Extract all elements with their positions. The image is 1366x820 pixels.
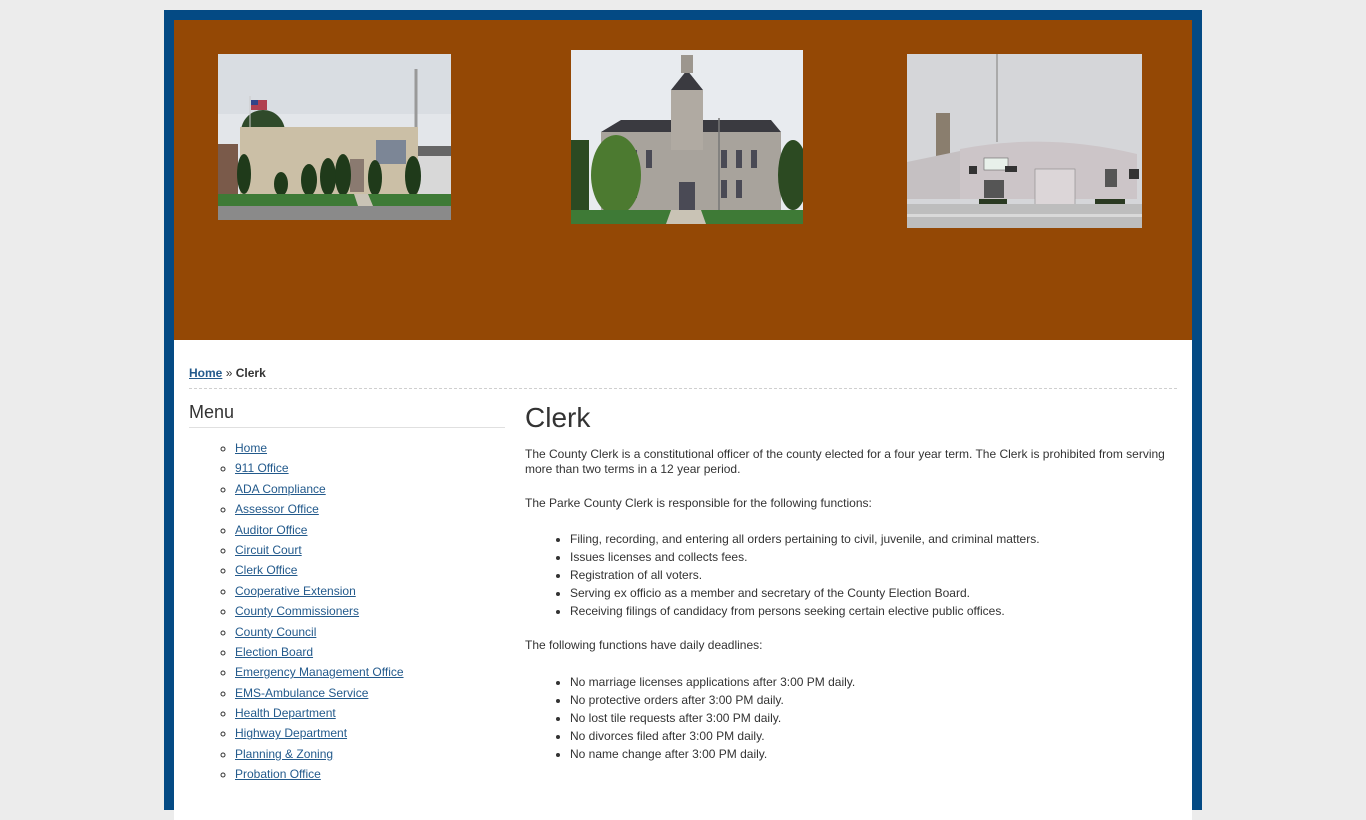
list-item: No lost tile requests after 3:00 PM dail… [570, 709, 1175, 727]
sidebar-item: Election Board [235, 644, 505, 664]
sidebar-item: Assessor Office [235, 501, 505, 521]
list-item: Filing, recording, and entering all orde… [570, 530, 1175, 548]
breadcrumb-divider [189, 388, 1177, 389]
sidebar-item-county-commissioners[interactable]: County Commissioners [235, 604, 359, 618]
content-area: Home » Clerk Menu Home 911 Office ADA Co… [174, 340, 1192, 820]
sidebar-item: Circuit Court [235, 542, 505, 562]
sidebar-item-highway-department[interactable]: Highway Department [235, 726, 347, 740]
sidebar-item-emergency-management-office[interactable]: Emergency Management Office [235, 665, 404, 679]
sidebar-menu-list: Home 911 Office ADA Compliance Assessor … [189, 440, 505, 787]
sidebar-item: Planning & Zoning [235, 746, 505, 766]
sidebar-item: Home [235, 440, 505, 460]
sidebar-item-health-department[interactable]: Health Department [235, 706, 336, 720]
sidebar-item-ems-ambulance-service[interactable]: EMS-Ambulance Service [235, 686, 368, 700]
sidebar-item: Health Department [235, 705, 505, 725]
main-content: Clerk The County Clerk is a constitution… [525, 402, 1175, 763]
sidebar-item: County Commissioners [235, 603, 505, 623]
sidebar-item: Clerk Office [235, 562, 505, 582]
sidebar-item-home[interactable]: Home [235, 441, 267, 455]
intro-paragraph: The County Clerk is a constitutional off… [525, 447, 1165, 476]
breadcrumb-home-link[interactable]: Home [189, 366, 222, 380]
list-item: No marriage licenses applications after … [570, 673, 1175, 691]
sidebar-item-auditor-office[interactable]: Auditor Office [235, 523, 307, 537]
header-banner [174, 20, 1192, 340]
list-item: Receiving filings of candidacy from pers… [570, 602, 1175, 620]
list-item: No name change after 3:00 PM daily. [570, 745, 1175, 763]
functions-intro: The Parke County Clerk is responsible fo… [525, 496, 872, 510]
sidebar-item: EMS-Ambulance Service [235, 685, 505, 705]
breadcrumb-separator: » [225, 366, 233, 380]
sidebar-item-clerk-office[interactable]: Clerk Office [235, 563, 297, 577]
sidebar-item: ADA Compliance [235, 481, 505, 501]
sidebar-item-probation-office[interactable]: Probation Office [235, 767, 321, 781]
sidebar-item-county-council[interactable]: County Council [235, 625, 316, 639]
sidebar-item-planning-zoning[interactable]: Planning & Zoning [235, 747, 333, 761]
sidebar-item: Emergency Management Office [235, 664, 505, 684]
page-frame: Home » Clerk Menu Home 911 Office ADA Co… [164, 10, 1202, 820]
sidebar-item-911-office[interactable]: 911 Office [235, 461, 289, 475]
header-photo-highway-building [907, 54, 1142, 228]
sidebar-item-ada-compliance[interactable]: ADA Compliance [235, 482, 326, 496]
breadcrumb: Home » Clerk [189, 366, 266, 380]
sidebar-item: Cooperative Extension [235, 583, 505, 603]
deadlines-intro: The following functions have daily deadl… [525, 638, 763, 652]
page-title: Clerk [525, 402, 591, 433]
sidebar-item-assessor-office[interactable]: Assessor Office [235, 502, 319, 516]
breadcrumb-current: Clerk [235, 366, 266, 380]
sidebar-title: Menu [189, 402, 505, 428]
list-item: Registration of all voters. [570, 566, 1175, 584]
header-photo-courthouse [571, 50, 803, 224]
list-item: No protective orders after 3:00 PM daily… [570, 691, 1175, 709]
sidebar-menu: Menu Home 911 Office ADA Compliance Asse… [189, 402, 505, 787]
functions-list: Filing, recording, and entering all orde… [525, 530, 1175, 620]
sidebar-item: Highway Department [235, 725, 505, 745]
deadlines-list: No marriage licenses applications after … [525, 673, 1175, 763]
sidebar-item-cooperative-extension[interactable]: Cooperative Extension [235, 584, 356, 598]
list-item: No divorces filed after 3:00 PM daily. [570, 727, 1175, 745]
sidebar-item-circuit-court[interactable]: Circuit Court [235, 543, 302, 557]
list-item: Issues licenses and collects fees. [570, 548, 1175, 566]
sidebar-item: Auditor Office [235, 522, 505, 542]
header-photo-ema-building [218, 54, 451, 220]
sidebar-item: Probation Office [235, 766, 505, 786]
sidebar-item-election-board[interactable]: Election Board [235, 645, 313, 659]
sidebar-item: County Council [235, 624, 505, 644]
sidebar-item: 911 Office [235, 460, 505, 480]
list-item: Serving ex officio as a member and secre… [570, 584, 1175, 602]
